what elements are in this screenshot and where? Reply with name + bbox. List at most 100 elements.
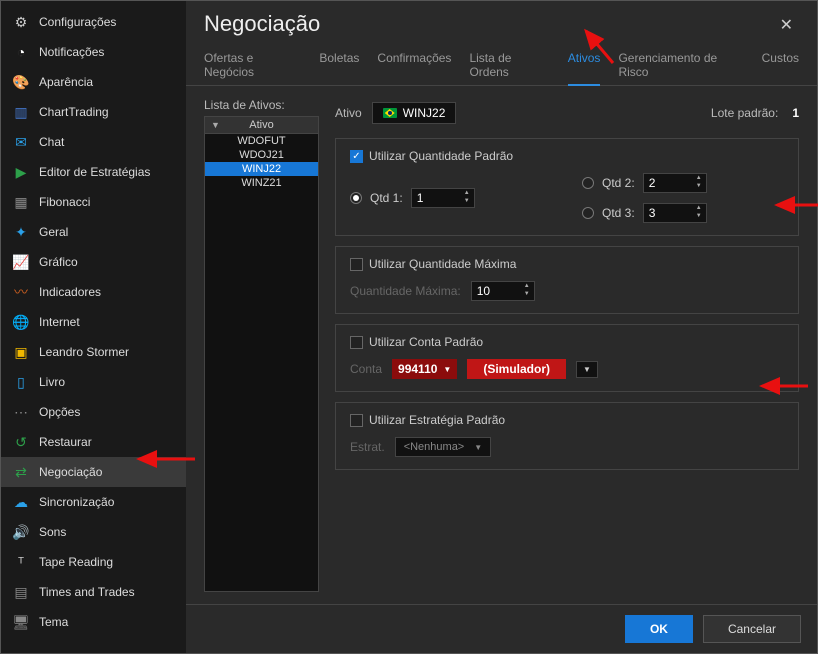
spin-up-icon[interactable]: ▲ [520,282,534,290]
use-max-checkbox[interactable] [350,258,363,271]
form-panel: Ativo WINJ22 Lote padrão: 1 ✓ Utilizar Q… [335,98,799,592]
fibonacci-icon: ▦ [13,194,29,210]
spin-down-icon[interactable]: ▼ [460,197,474,205]
tab-lista-de-ordens[interactable]: Lista de Ordens [469,51,549,85]
times-trades-icon: ▤ [13,584,29,600]
close-icon[interactable]: ✕ [774,11,799,39]
spin-up-icon[interactable]: ▲ [692,204,706,212]
sidebar-item-livro[interactable]: ▯Livro [1,367,186,397]
sidebar-item-label: Aparência [39,75,93,89]
qtd1-input[interactable]: ▲▼ [411,188,475,208]
asset-list: ▼ Ativo WDOFUTWDOJ21WINJ22WINZ21 [204,116,319,592]
sidebar-item-tema[interactable]: 🖥Tema [1,607,186,637]
use-strat-checkbox[interactable] [350,414,363,427]
qtd1-label: Qtd 1: [370,191,403,205]
sidebar-item-notificações[interactable]: ◔Notificações [1,37,186,67]
account-extra-combo[interactable]: ▼ [576,361,598,378]
qtd2-radio[interactable] [582,177,594,189]
sort-icon: ▼ [211,120,220,130]
use-max-label: Utilizar Quantidade Máxima [369,257,516,271]
sidebar-item-sincronização[interactable]: ☁Sincronização [1,487,186,517]
ok-button[interactable]: OK [625,615,693,643]
lote-label: Lote padrão: [711,106,778,120]
asset-row[interactable]: WDOFUT [205,134,318,148]
strat-combo[interactable]: <Nenhuma> ▼ [395,437,491,457]
indicators-icon: 〰 [13,284,29,300]
strategy-editor-icon: ▶ [13,164,29,180]
qtd1-radio[interactable] [350,192,362,204]
sidebar-item-label: Negociação [39,465,102,479]
tape-icon: ᵀ [13,554,29,570]
negotiation-icon: ⇄ [13,464,29,480]
sidebar-item-label: Sons [39,525,66,539]
use-account-checkbox[interactable] [350,336,363,349]
spin-up-icon[interactable]: ▲ [460,189,474,197]
sidebar-item-editor-de-estratégias[interactable]: ▶Editor de Estratégias [1,157,186,187]
ativo-chip[interactable]: WINJ22 [372,102,457,124]
sidebar-item-charttrading[interactable]: ▥ChartTrading [1,97,186,127]
cancel-button[interactable]: Cancelar [703,615,801,643]
tab-ofertas-e-negócios[interactable]: Ofertas e Negócios [204,51,301,85]
ativo-label: Ativo [335,106,362,120]
ativo-value: WINJ22 [403,106,446,120]
sidebar-item-configurações[interactable]: ⚙Configurações [1,7,186,37]
caret-down-icon: ▼ [474,443,482,452]
spin-down-icon[interactable]: ▼ [692,212,706,220]
sidebar-item-sons[interactable]: 🔊 Sons [1,517,186,547]
account-type-value: (Simulador) [483,362,550,376]
sidebar-item-indicadores[interactable]: 〰 Indicadores [1,277,186,307]
chart-trade-icon: ▥ [13,104,29,120]
sidebar-item-fibonacci[interactable]: ▦ Fibonacci [1,187,186,217]
qtd3-input[interactable]: ▲▼ [643,203,707,223]
account-label: Conta [350,362,382,376]
sidebar-item-gráfico[interactable]: 📈 Gráfico [1,247,186,277]
theme-icon: 🖥 [13,614,29,630]
sidebar-item-aparência[interactable]: 🎨Aparência [1,67,186,97]
qtd2-input[interactable]: ▲▼ [643,173,707,193]
sidebar-item-geral[interactable]: ✦Geral [1,217,186,247]
sidebar-item-negociação[interactable]: ⇄ Negociação [1,457,186,487]
tab-gerenciamento-de-risco[interactable]: Gerenciamento de Risco [618,51,743,85]
sidebar-item-label: Fibonacci [39,195,90,209]
account-type-chip[interactable]: (Simulador) [467,359,566,379]
sidebar-item-label: Opções [39,405,80,419]
sidebar-item-label: Restaurar [39,435,92,449]
graph-icon: 📈 [13,254,29,270]
group-max: Utilizar Quantidade Máxima Quantidade Má… [335,246,799,314]
dialog-footer: OK Cancelar [186,604,817,653]
sidebar-item-leandro-stormer[interactable]: ▣Leandro Stormer [1,337,186,367]
use-account-label: Utilizar Conta Padrão [369,335,483,349]
spin-up-icon[interactable]: ▲ [692,174,706,182]
sidebar-item-internet[interactable]: 🌐Internet [1,307,186,337]
sidebar-item-label: Internet [39,315,80,329]
group-quantidade: ✓ Utilizar Quantidade Padrão Qtd 1: ▲▼ Q… [335,138,799,236]
asset-list-panel: Lista de Ativos: ▼ Ativo WDOFUTWDOJ21WIN… [204,98,319,592]
qtd3-radio[interactable] [582,207,594,219]
sidebar-item-restaurar[interactable]: ↺Restaurar [1,427,186,457]
asset-row[interactable]: WINZ21 [205,176,318,190]
asset-row[interactable]: WDOJ21 [205,148,318,162]
sidebar-item-label: Leandro Stormer [39,345,129,359]
sidebar: ⚙Configurações◔Notificações🎨Aparência▥Ch… [1,1,186,653]
max-input[interactable]: ▲▼ [471,281,535,301]
asset-row[interactable]: WINJ22 [205,162,318,176]
sidebar-item-tape-reading[interactable]: ᵀTape Reading [1,547,186,577]
sidebar-item-times-and-trades[interactable]: ▤Times and Trades [1,577,186,607]
tab-boletas[interactable]: Boletas [319,51,359,85]
spin-down-icon[interactable]: ▼ [692,182,706,190]
asset-list-header[interactable]: ▼ Ativo [205,117,318,134]
tab-custos[interactable]: Custos [762,51,799,85]
max-label: Quantidade Máxima: [350,284,461,298]
sidebar-item-label: Gráfico [39,255,78,269]
sidebar-item-chat[interactable]: ✉Chat [1,127,186,157]
spin-down-icon[interactable]: ▼ [520,290,534,298]
use-strat-label: Utilizar Estratégia Padrão [369,413,505,427]
tab-confirmações[interactable]: Confirmações [377,51,451,85]
tab-ativos[interactable]: Ativos [568,51,601,86]
main-panel: Negociação ✕ Ofertas e NegóciosBoletasCo… [186,1,817,653]
use-qty-checkbox[interactable]: ✓ [350,150,363,163]
sound-icon: 🔊 [13,524,29,540]
sidebar-item-label: Indicadores [39,285,101,299]
account-combo[interactable]: 994110 ▼ [392,359,457,379]
sidebar-item-opções[interactable]: ⋯Opções [1,397,186,427]
